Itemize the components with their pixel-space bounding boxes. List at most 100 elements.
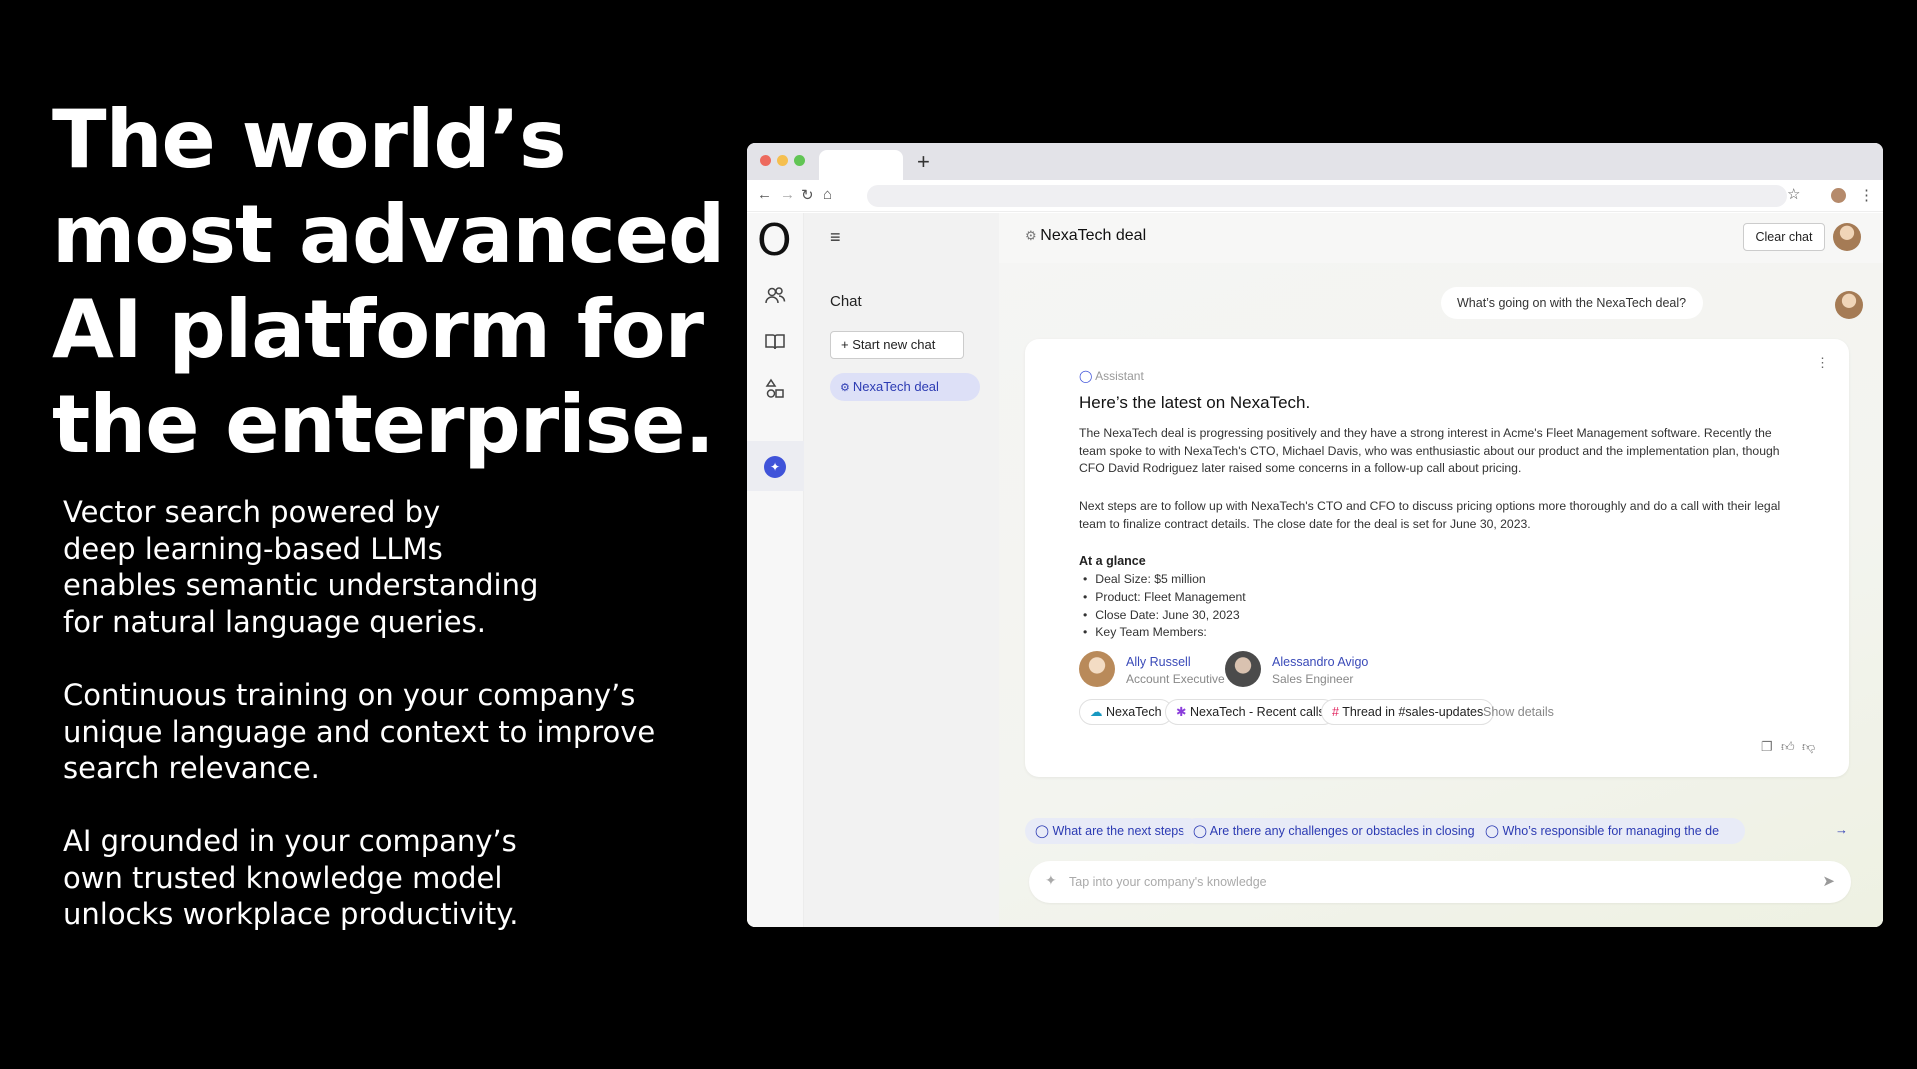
- send-icon[interactable]: ➤: [1822, 872, 1835, 890]
- avatar: [1079, 651, 1115, 687]
- chat-bubble-icon: ◯: [1193, 824, 1207, 838]
- url-bar[interactable]: [867, 185, 1787, 207]
- source-chip-label: NexaTech - Recent calls: [1189, 705, 1325, 719]
- list-item: Deal Size: $5 million: [1079, 571, 1246, 589]
- chat-bubble-icon: ◯: [1035, 824, 1049, 838]
- handshake-icon: ⚙: [1025, 228, 1041, 243]
- headline: The world’s most advanced AI platform fo…: [52, 92, 732, 472]
- suggestion-label: Are there any challenges or obstacles in…: [1209, 824, 1505, 838]
- list-item: Product: Fleet Management: [1079, 589, 1245, 607]
- new-tab-icon[interactable]: +: [917, 149, 930, 175]
- forward-icon[interactable]: →: [780, 186, 795, 203]
- copy-block-training: Continuous training on your company’s un…: [63, 677, 703, 787]
- browser-tab[interactable]: [819, 150, 903, 180]
- maximize-window-button[interactable]: [794, 155, 805, 166]
- gong-icon: ✱: [1176, 705, 1187, 719]
- headline-line: AI platform for: [52, 283, 704, 376]
- glance-list: Deal Size: $5 million Product: Fleet Man…: [1079, 571, 1246, 642]
- copy-line: deep learning-based LLMs: [63, 531, 443, 566]
- conversation-label: NexaTech deal: [852, 379, 939, 394]
- sparkle-icon: ✦: [1045, 872, 1057, 888]
- browser-window: + ← → ↻ ⌂ ☆ ⋮ O ✦ ≡ Chat + Start new cha…: [747, 143, 1883, 927]
- avatar[interactable]: [1833, 223, 1861, 251]
- copy-block-vector-search: Vector search powered by deep learning-b…: [63, 494, 703, 640]
- logo-icon[interactable]: O: [757, 215, 792, 266]
- clear-chat-button[interactable]: Clear chat: [1743, 223, 1825, 251]
- bookmark-star-icon[interactable]: ☆: [1787, 185, 1800, 203]
- avatar: [1225, 651, 1261, 687]
- more-options-icon[interactable]: ⋮: [1816, 355, 1829, 371]
- copy-line: Vector search powered by: [63, 495, 441, 529]
- source-chip-label: Thread in #sales-updates: [1342, 705, 1484, 719]
- chat-icon[interactable]: ✦: [764, 456, 786, 478]
- close-window-button[interactable]: [760, 155, 771, 166]
- headline-line: most advanced: [52, 188, 725, 281]
- source-chip-calls[interactable]: ✱ NexaTech - Recent calls: [1165, 699, 1336, 725]
- team-member-name[interactable]: Alessandro Avigo: [1272, 655, 1368, 669]
- copy-line: search relevance.: [63, 751, 320, 785]
- thumbs-down-icon[interactable]: 👎︎: [1802, 739, 1815, 755]
- chat-sidebar: ≡ Chat + Start new chat ⚙ NexaTech deal: [804, 213, 999, 927]
- headline-line: The world’s: [52, 93, 567, 186]
- source-chip-label: NexaTech: [1105, 705, 1162, 719]
- chat-title: ⚙ NexaTech deal: [1025, 227, 1146, 245]
- suggestion-chip[interactable]: ◯ Are there any challenges or obstacles …: [1183, 818, 1515, 844]
- chat-input-box: ✦ ➤: [1029, 861, 1851, 903]
- thumbs-up-icon[interactable]: 👍︎: [1781, 739, 1795, 755]
- tab-bar: +: [747, 143, 1883, 180]
- salesforce-icon: ☁: [1090, 705, 1103, 719]
- copy-line: unique language and context to improve: [63, 714, 656, 749]
- assistant-response-card: ◯ Assistant ⋮ Here’s the latest on NexaT…: [1025, 339, 1849, 777]
- suggestion-chip[interactable]: ◯ What are the next steps?: [1025, 818, 1202, 844]
- copy-line: Continuous training on your company’s: [63, 678, 636, 712]
- response-paragraph: Next steps are to follow up with NexaTec…: [1079, 499, 1781, 531]
- menu-icon[interactable]: ≡: [830, 227, 841, 248]
- headline-line: the enterprise.: [52, 378, 715, 471]
- book-icon[interactable]: [763, 331, 787, 355]
- start-new-chat-label: Start new chat: [852, 337, 936, 352]
- home-icon[interactable]: ⌂: [823, 186, 832, 203]
- copy-line: for natural language queries.: [63, 604, 486, 639]
- app: O ✦ ≡ Chat + Start new chat ⚙ NexaTech d…: [747, 213, 1883, 927]
- source-chip-salesforce[interactable]: ☁ NexaTech: [1079, 699, 1173, 725]
- user-message: What’s going on with the NexaTech deal?: [1441, 287, 1703, 319]
- shapes-icon[interactable]: [763, 378, 787, 402]
- chat-input[interactable]: [1069, 870, 1789, 894]
- team-member-role: Sales Engineer: [1272, 672, 1354, 686]
- team-member-role: Account Executive: [1126, 672, 1225, 686]
- back-icon[interactable]: ←: [757, 186, 772, 203]
- nav-bar: ← → ↻ ⌂ ☆ ⋮: [747, 180, 1883, 212]
- source-chip-slack[interactable]: # Thread in #sales-updates: [1321, 699, 1495, 725]
- list-item: Close Date: June 30, 2023: [1079, 607, 1246, 625]
- chat-bubble-icon: ◯: [1079, 369, 1093, 383]
- chat-title-text: NexaTech deal: [1040, 227, 1147, 244]
- copy-line: own trusted knowledge model: [63, 860, 503, 895]
- people-icon[interactable]: [763, 285, 787, 309]
- chat-main: ⚙ NexaTech deal Clear chat What’s going …: [999, 213, 1883, 927]
- reload-icon[interactable]: ↻: [801, 186, 814, 204]
- show-details-link[interactable]: Show details: [1483, 699, 1554, 725]
- chat-header: ⚙ NexaTech deal Clear chat: [999, 213, 1883, 263]
- response-title: Here’s the latest on NexaTech.: [1079, 393, 1311, 412]
- plus-icon: +: [841, 337, 853, 352]
- sidebar-item-nexatech-deal[interactable]: ⚙ NexaTech deal: [830, 373, 980, 401]
- copy-line: enables semantic understanding: [63, 568, 539, 602]
- profile-avatar[interactable]: [1831, 188, 1846, 203]
- suggested-questions: ◯ What are the next steps? ◯ Are there a…: [1025, 818, 1849, 844]
- chat-heading: Chat: [830, 293, 862, 310]
- suggestion-label: What are the next steps?: [1052, 824, 1192, 838]
- copy-icon[interactable]: ❐: [1761, 739, 1773, 755]
- user-avatar: [1835, 291, 1863, 319]
- assistant-label-text: Assistant: [1095, 369, 1144, 383]
- start-new-chat-button[interactable]: + Start new chat: [830, 331, 964, 359]
- chat-bubble-icon: ◯: [1485, 824, 1499, 838]
- icon-rail: O ✦: [747, 213, 804, 927]
- browser-menu-icon[interactable]: ⋮: [1859, 186, 1874, 204]
- list-item: Key Team Members:: [1079, 624, 1246, 642]
- team-member-name[interactable]: Ally Russell: [1126, 655, 1191, 669]
- minimize-window-button[interactable]: [777, 155, 788, 166]
- copy-line: AI grounded in your company’s: [63, 824, 517, 858]
- copy-block-grounded: AI grounded in your company’s own truste…: [63, 823, 703, 933]
- suggestion-chip[interactable]: ◯ Who’s responsible for managing the de: [1475, 818, 1745, 844]
- arrow-right-icon[interactable]: →: [1835, 822, 1848, 837]
